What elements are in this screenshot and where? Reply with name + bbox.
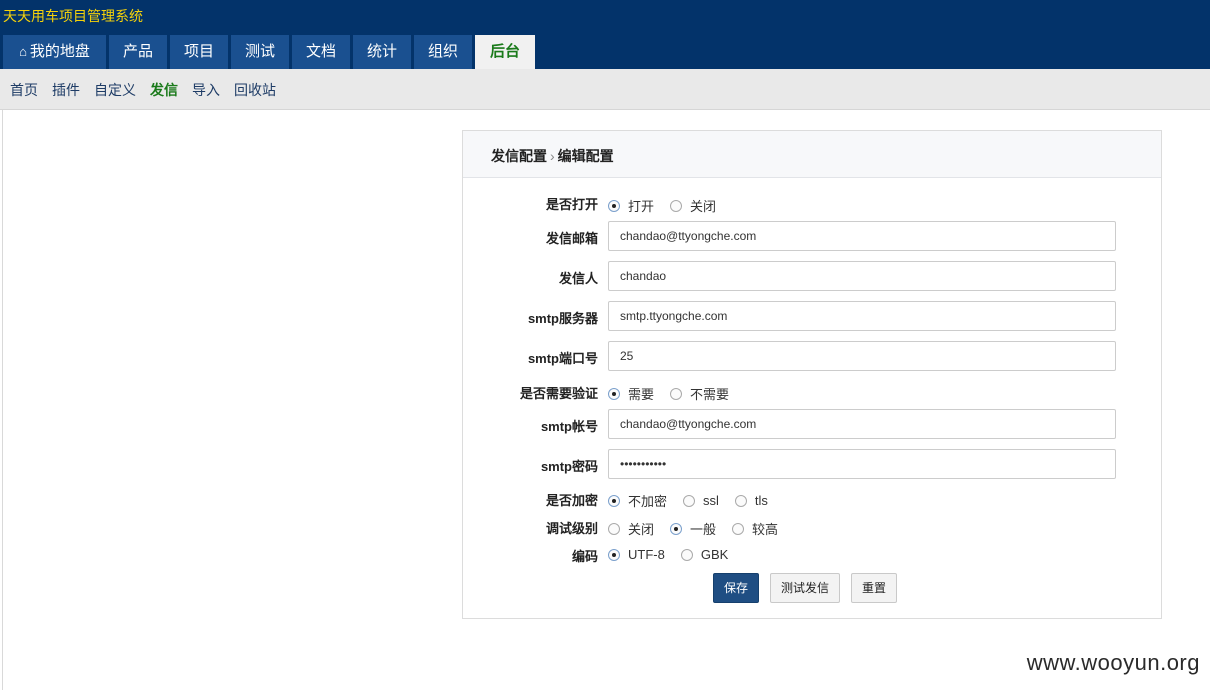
auth-option-required: 需要 [628,387,655,402]
tab-label: 项目 [183,43,214,60]
subnav-item-mail[interactable]: 发信 [150,80,178,100]
breadcrumb: 发信配置 › 编辑配置 [491,146,614,166]
secure-radio-group: 不加密 ssl tls [608,491,784,510]
tab-admin[interactable]: 后台 [475,35,535,69]
auth-label: 是否需要验证 [519,386,598,401]
tab-label: 产品 [122,43,153,60]
debug-option-normal: 一般 [690,522,717,537]
turnon-label: 是否打开 [545,197,598,212]
tab-report[interactable]: 统计 [353,35,411,69]
tab-label: 组织 [427,43,458,60]
from-address-label: 发信邮箱 [545,231,598,246]
watermark: www.wooyun.org [1026,650,1200,675]
breadcrumb-parent[interactable]: 发信配置 [491,148,547,164]
tab-company[interactable]: 组织 [414,35,472,69]
smtp-host-label: smtp服务器 [527,311,598,326]
sub-nav-bar: 首页 插件 自定义 发信 导入 回收站 [0,69,1210,110]
app-title: 天天用车项目管理系统 [3,8,143,24]
debug-radio-off[interactable] [608,522,620,535]
tab-my-dashboard[interactable]: ⌂ 我的地盘 [3,35,106,69]
charset-radio-utf8[interactable] [608,548,620,561]
smtp-port-input[interactable] [608,341,1116,371]
debug-label: 调试级别 [545,521,598,536]
smtp-host-input[interactable] [608,301,1116,331]
tab-label: 文档 [305,43,336,60]
tab-label: 后台 [489,43,520,60]
debug-option-high: 较高 [752,522,779,537]
secure-radio-none[interactable] [608,494,620,507]
sub-nav: 首页 插件 自定义 发信 导入 回收站 [10,80,290,100]
tab-test[interactable]: 测试 [231,35,289,69]
turnon-option-on: 打开 [628,199,655,214]
charset-radio-group: UTF-8 GBK [608,547,744,562]
smtp-port-label: smtp端口号 [527,351,598,366]
turnon-radio-on[interactable] [608,199,620,212]
subnav-item-custom[interactable]: 自定义 [94,80,136,100]
subnav-item-extension[interactable]: 插件 [52,80,80,100]
auth-option-not-required: 不需要 [690,387,730,402]
from-name-label: 发信人 [558,271,598,286]
from-name-input[interactable] [608,261,1116,291]
auth-radio-group: 需要 不需要 [608,384,745,403]
subnav-item-home[interactable]: 首页 [10,80,38,100]
secure-option-ssl: ssl [703,493,719,508]
debug-radio-group: 关闭 一般 较高 [608,519,794,538]
smtp-user-label: smtp帐号 [540,419,598,434]
secure-radio-tls[interactable] [734,494,747,507]
tab-label: 我的地盘 [29,43,90,60]
main-nav: ⌂ 我的地盘 产品 项目 测试 文档 统计 组织 后台 [0,35,535,69]
subnav-item-trash[interactable]: 回收站 [234,80,276,100]
save-button[interactable]: 保存 [713,573,759,603]
charset-option-utf8: UTF-8 [628,547,665,562]
breadcrumb-separator: › [550,148,555,164]
charset-radio-gbk[interactable] [680,548,693,561]
mail-config-panel: 发信配置›编辑配置 是否打开 打开 关闭 发信邮箱 发信人 smtp服务器 sm… [462,130,1162,619]
auth-radio-required[interactable] [608,387,620,400]
top-header: 天天用车项目管理系统 ⌂ 我的地盘 产品 项目 测试 文档 统计 组织 后台 [0,0,1210,69]
tab-label: 统计 [366,43,397,60]
debug-radio-normal[interactable] [670,522,683,535]
home-icon: ⌂ [19,44,27,59]
turnon-option-off: 关闭 [690,199,717,214]
auth-radio-not-required[interactable] [670,387,683,400]
tab-project[interactable]: 项目 [170,35,228,69]
smtp-user-input[interactable] [608,409,1116,439]
reset-button[interactable]: 重置 [851,573,897,603]
smtp-password-input[interactable] [608,449,1116,479]
tab-product[interactable]: 产品 [109,35,167,69]
secure-option-tls: tls [754,493,768,508]
breadcrumb-current: 编辑配置 [557,148,614,164]
secure-option-none: 不加密 [628,494,668,509]
tab-doc[interactable]: 文档 [292,35,350,69]
charset-option-gbk: GBK [700,547,729,562]
panel-header: 发信配置 › 编辑配置 [463,131,1161,178]
divider [2,110,3,690]
debug-radio-high[interactable] [732,522,745,535]
tab-label: 测试 [244,43,275,60]
subnav-item-convert[interactable]: 导入 [192,80,220,100]
smtp-password-label: smtp密码 [540,459,598,474]
turnon-radio-group: 打开 关闭 [608,196,732,215]
secure-label: 是否加密 [545,493,598,508]
secure-radio-ssl[interactable] [683,494,696,507]
test-mail-button[interactable]: 测试发信 [770,573,840,603]
debug-option-off: 关闭 [628,522,655,537]
charset-label: 编码 [571,549,598,564]
from-address-input[interactable] [608,221,1116,251]
turnon-radio-off[interactable] [670,199,683,212]
